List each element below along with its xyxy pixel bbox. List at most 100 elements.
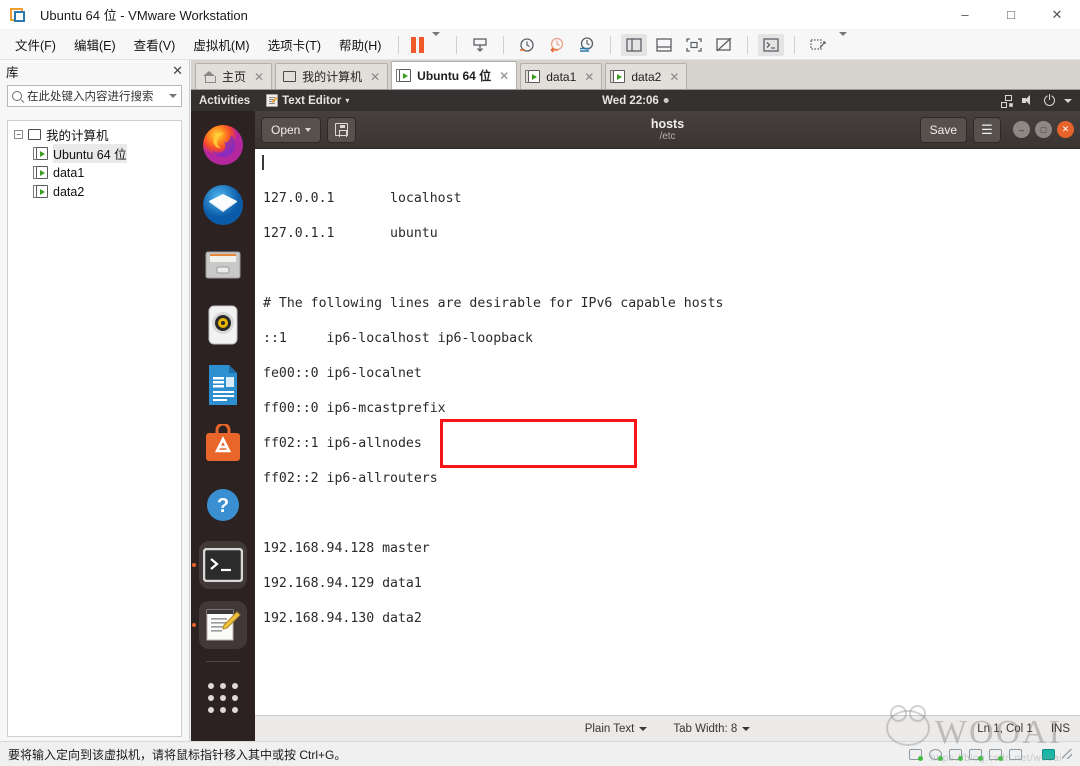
vmware-workstation-window: Ubuntu 64 位 - VMware Workstation – □ ✕ 文… bbox=[0, 0, 1080, 766]
ubuntu-software-icon[interactable] bbox=[199, 421, 247, 469]
thunderbird-icon[interactable] bbox=[199, 181, 247, 229]
network-adapter-status-icon[interactable] bbox=[969, 748, 983, 761]
tab-data2[interactable]: data2 ✕ bbox=[605, 63, 688, 89]
usb-status-icon[interactable] bbox=[1029, 749, 1035, 760]
snapshot-take-button[interactable] bbox=[514, 34, 540, 56]
gedit-statusbar: Plain Text Tab Width: 8 Ln 1, Col 1 INS bbox=[255, 715, 1080, 741]
library-panel: 库 ✕ 在此处键入内容进行搜索 − 我的计算机 Ubuntu 64 位 data… bbox=[0, 60, 190, 741]
clock[interactable]: Wed 22:06 bbox=[602, 95, 669, 107]
hamburger-menu-icon[interactable]: ☰ bbox=[973, 116, 1001, 143]
pause-dropdown[interactable] bbox=[428, 31, 448, 54]
tab-width-selector[interactable]: Tab Width: 8 bbox=[673, 723, 751, 735]
rhythmbox-icon[interactable] bbox=[199, 301, 247, 349]
tab-my-computer[interactable]: 我的计算机 ✕ bbox=[275, 63, 389, 89]
floppy-status-icon[interactable] bbox=[949, 748, 963, 761]
vm-icon bbox=[33, 185, 48, 198]
menu-file[interactable]: 文件(F) bbox=[6, 31, 65, 58]
network-adapter-2-status-icon[interactable] bbox=[989, 748, 1003, 761]
menu-tabs[interactable]: 选项卡(T) bbox=[259, 31, 330, 58]
editor-line: 127.0.0.1 localhost bbox=[263, 191, 462, 206]
tab-close-icon[interactable]: ✕ bbox=[584, 70, 594, 84]
tree-root-my-computer[interactable]: − 我的计算机 bbox=[8, 125, 181, 144]
tab-label: Ubuntu 64 位 bbox=[417, 69, 492, 83]
app-menu-label: Text Editor bbox=[282, 94, 342, 107]
gedit-minimize-button[interactable]: – bbox=[1013, 121, 1030, 138]
svg-text:?: ? bbox=[217, 495, 229, 517]
snapshot-manager-button[interactable] bbox=[574, 34, 600, 56]
printer-status-icon[interactable] bbox=[1009, 748, 1022, 760]
window-titlebar: Ubuntu 64 位 - VMware Workstation – □ ✕ bbox=[0, 0, 1080, 30]
tab-close-icon[interactable]: ✕ bbox=[499, 69, 509, 83]
gedit-title-block: hosts /etc bbox=[651, 117, 684, 143]
gedit-headerbar: Open hosts /etc Save ☰ – □ ✕ bbox=[255, 111, 1080, 149]
help-icon[interactable]: ? bbox=[199, 481, 247, 529]
send-key-button[interactable] bbox=[467, 34, 493, 56]
tab-ubuntu-64[interactable]: Ubuntu 64 位 ✕ bbox=[391, 61, 518, 89]
tab-close-icon[interactable]: ✕ bbox=[254, 70, 264, 84]
save-button[interactable]: Save bbox=[919, 116, 967, 143]
close-button[interactable]: ✕ bbox=[1034, 0, 1080, 30]
editor-text-area[interactable]: 127.0.0.1 localhost 127.0.1.1 ubuntu # T… bbox=[255, 149, 1080, 715]
open-button[interactable]: Open bbox=[261, 116, 322, 143]
minimize-button[interactable]: – bbox=[942, 0, 988, 30]
tab-label: data2 bbox=[631, 69, 662, 84]
save-as-button[interactable] bbox=[327, 116, 357, 143]
dock-separator bbox=[206, 661, 240, 662]
toolbar-overflow-caret[interactable] bbox=[833, 31, 853, 54]
menu-view[interactable]: 查看(V) bbox=[125, 31, 185, 58]
toolbar-separator-6 bbox=[794, 35, 796, 54]
send-ctrl-alt-del-button[interactable] bbox=[805, 34, 831, 56]
files-icon[interactable] bbox=[199, 241, 247, 289]
language-selector[interactable]: Plain Text bbox=[585, 723, 648, 735]
tab-data1[interactable]: data1 ✕ bbox=[520, 63, 603, 89]
maximize-button[interactable]: □ bbox=[988, 0, 1034, 30]
snapshot-revert-button[interactable] bbox=[544, 34, 570, 56]
resize-grip-icon[interactable] bbox=[1062, 749, 1072, 759]
gedit-close-button[interactable]: ✕ bbox=[1057, 121, 1074, 138]
console-button[interactable] bbox=[758, 33, 785, 56]
display-status-icon[interactable] bbox=[1042, 748, 1055, 760]
cursor-position: Ln 1, Col 1 bbox=[977, 722, 1033, 735]
tree-root-label: 我的计算机 bbox=[46, 129, 109, 143]
tree-item-ubuntu[interactable]: Ubuntu 64 位 bbox=[8, 144, 181, 163]
tab-label: 我的计算机 bbox=[302, 70, 363, 84]
tree-item-data1[interactable]: data1 bbox=[8, 163, 181, 182]
menu-edit[interactable]: 编辑(E) bbox=[65, 31, 125, 58]
hard-disk-status-icon[interactable] bbox=[909, 748, 923, 761]
search-dropdown-icon[interactable] bbox=[169, 94, 177, 98]
gedit-window: Open hosts /etc Save ☰ – □ ✕ 127.0.0.1 l… bbox=[255, 111, 1080, 741]
ubuntu-dock: ? bbox=[191, 111, 255, 741]
tree-item-data2[interactable]: data2 bbox=[8, 182, 181, 201]
text-editor-icon[interactable] bbox=[199, 601, 247, 649]
show-thumbnail-bar-button[interactable] bbox=[651, 34, 677, 56]
menu-vm[interactable]: 虚拟机(M) bbox=[184, 31, 258, 58]
fullscreen-button[interactable] bbox=[681, 34, 707, 56]
cd-dvd-status-icon[interactable] bbox=[929, 748, 943, 761]
app-menu-text-editor[interactable]: Text Editor ▾ bbox=[266, 94, 349, 107]
show-applications-icon[interactable] bbox=[199, 674, 247, 722]
window-title: Ubuntu 64 位 - VMware Workstation bbox=[40, 8, 248, 23]
library-close-icon[interactable]: ✕ bbox=[172, 63, 183, 79]
activities-button[interactable]: Activities bbox=[199, 95, 250, 107]
tab-home[interactable]: 主页 ✕ bbox=[195, 63, 273, 89]
libreoffice-writer-icon[interactable] bbox=[199, 361, 247, 409]
library-search-box[interactable]: 在此处键入内容进行搜索 bbox=[7, 85, 182, 107]
show-library-button[interactable] bbox=[621, 33, 648, 56]
save-button-label: Save bbox=[929, 122, 957, 137]
tab-close-icon[interactable]: ✕ bbox=[669, 70, 679, 84]
language-label: Plain Text bbox=[584, 722, 635, 735]
search-input[interactable]: 在此处键入内容进行搜索 bbox=[27, 88, 164, 104]
tab-close-icon[interactable]: ✕ bbox=[370, 70, 380, 84]
expander-icon[interactable]: − bbox=[14, 130, 23, 139]
library-tree: − 我的计算机 Ubuntu 64 位 data1 data2 bbox=[7, 120, 182, 737]
pause-button[interactable] bbox=[407, 35, 428, 55]
gedit-maximize-button[interactable]: □ bbox=[1035, 121, 1052, 138]
terminal-icon[interactable] bbox=[199, 541, 247, 589]
menu-help[interactable]: 帮助(H) bbox=[330, 31, 390, 58]
tree-item-label: Ubuntu 64 位 bbox=[53, 144, 127, 163]
toolbar-separator-4 bbox=[610, 35, 612, 54]
unity-mode-button[interactable] bbox=[711, 34, 737, 56]
system-tray[interactable] bbox=[1001, 94, 1072, 108]
firefox-icon[interactable] bbox=[199, 121, 247, 169]
